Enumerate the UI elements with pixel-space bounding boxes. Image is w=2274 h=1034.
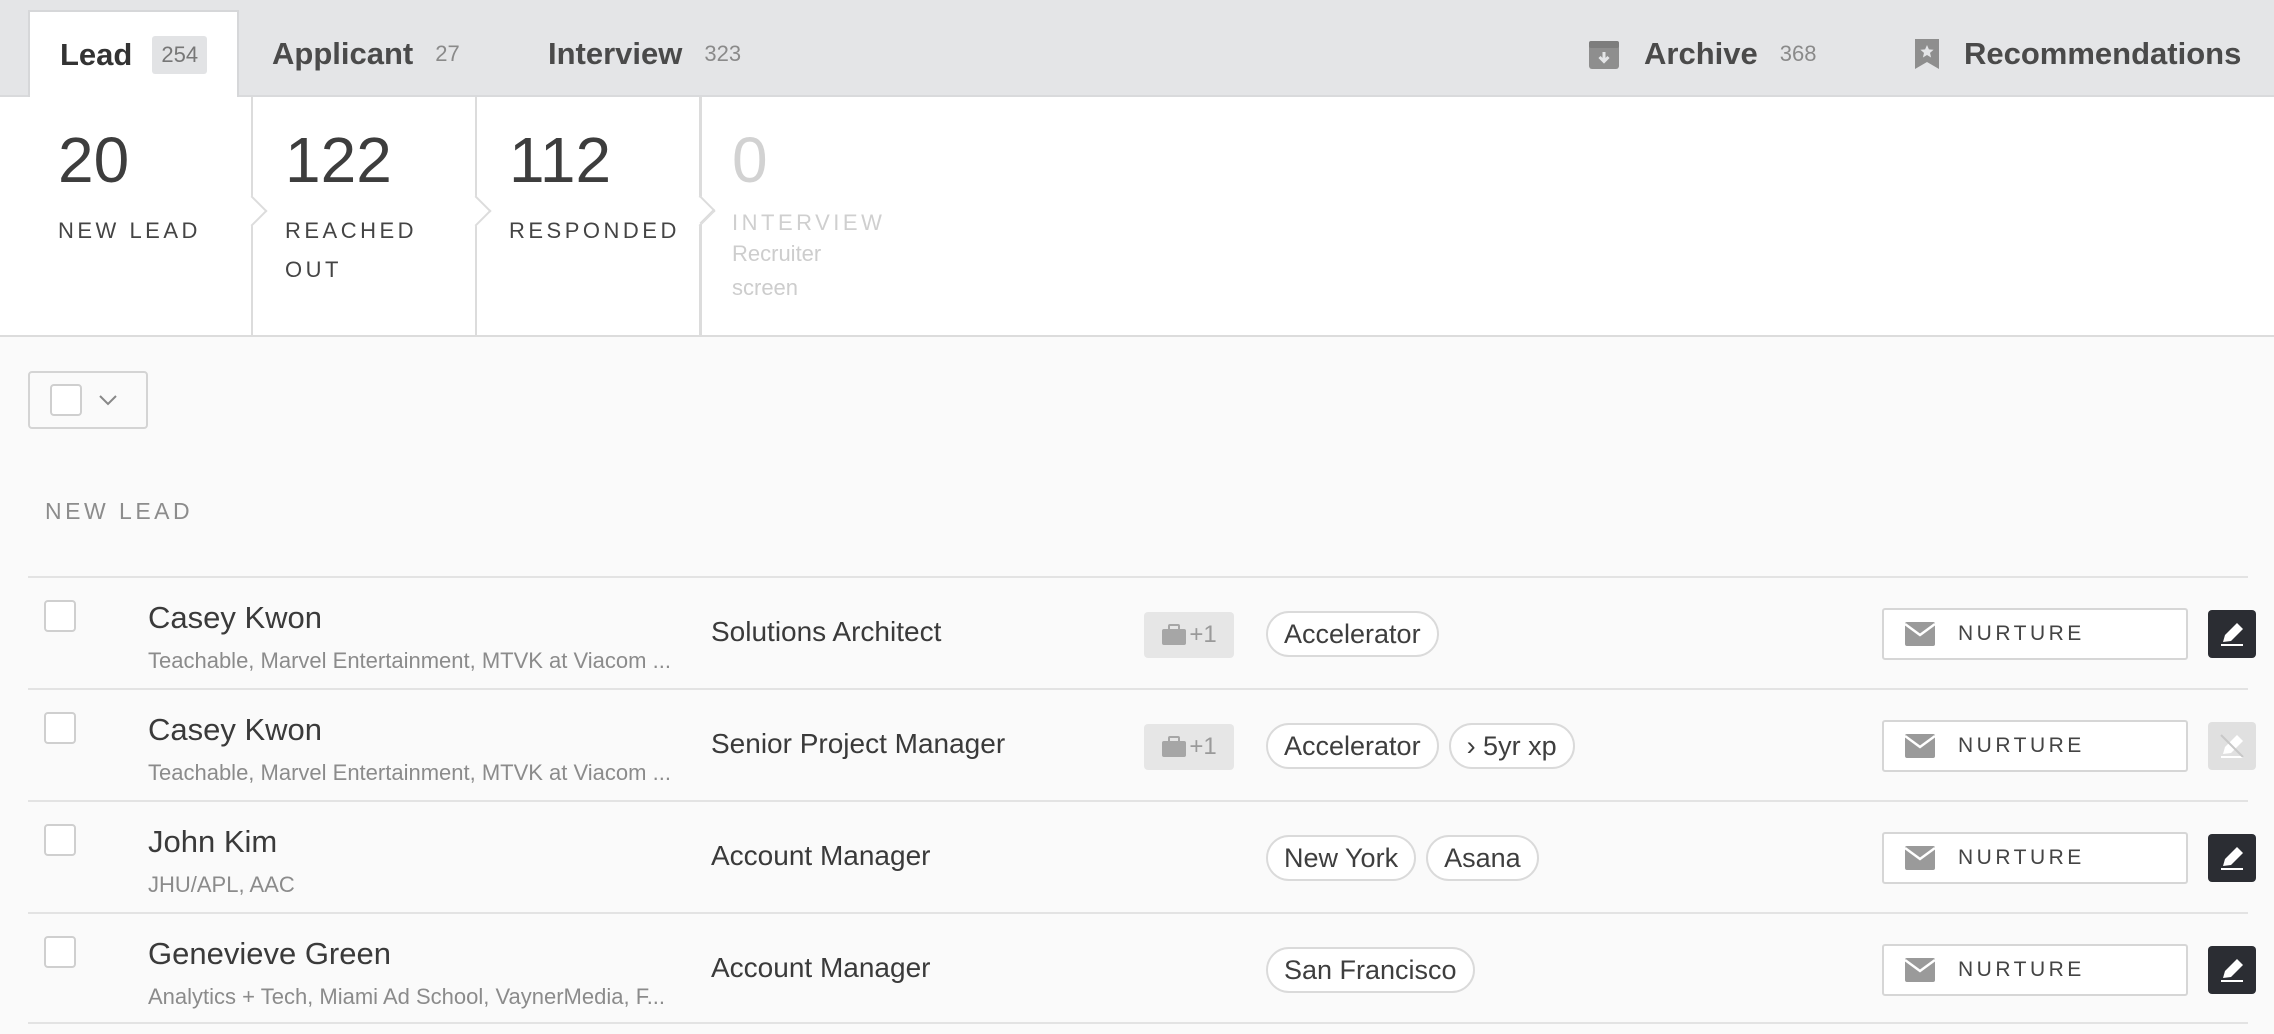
edit-button[interactable] bbox=[2208, 610, 2256, 658]
stage-interview[interactable]: 0 INTERVIEW Recruiter screen bbox=[702, 97, 962, 335]
stage-label: INTERVIEW bbox=[732, 210, 886, 236]
edit-button[interactable] bbox=[2208, 834, 2256, 882]
stage-responded[interactable]: 112 RESPONDED bbox=[477, 97, 701, 335]
envelope-icon bbox=[1904, 846, 1936, 870]
edit-button-disabled[interactable] bbox=[2208, 722, 2256, 770]
table-row[interactable]: Genevieve Green Analytics + Tech, Miami … bbox=[28, 912, 2256, 1024]
tag: New York bbox=[1266, 835, 1417, 881]
candidate-companies: Teachable, Marvel Entertainment, MTVK at… bbox=[148, 648, 671, 673]
envelope-icon bbox=[1904, 958, 1936, 982]
tag-list: Accelerator › 5yr xp bbox=[1266, 723, 1575, 769]
chevron-down-icon bbox=[98, 394, 118, 406]
briefcase-icon bbox=[1162, 624, 1187, 645]
tag-list: San Francisco bbox=[1266, 947, 1475, 993]
bulk-select-dropdown[interactable] bbox=[28, 371, 148, 429]
tab-label: Applicant bbox=[272, 35, 414, 71]
nurture-button[interactable]: NURTURE bbox=[1882, 608, 2188, 660]
tab-label: Recommendations bbox=[1964, 35, 2242, 71]
candidate-companies: Analytics + Tech, Miami Ad School, Vayne… bbox=[148, 984, 666, 1009]
edit-button[interactable] bbox=[2208, 946, 2256, 994]
section-title: NEW LEAD bbox=[45, 498, 194, 524]
tab-count: 27 bbox=[435, 40, 460, 66]
pencil-slash-icon bbox=[2220, 734, 2244, 758]
candidate-companies: JHU/APL, AAC bbox=[148, 872, 295, 897]
select-all-checkbox[interactable] bbox=[50, 384, 82, 416]
stage-reached-out[interactable]: 122 REACHED OUT bbox=[253, 97, 477, 335]
candidate-name[interactable]: Casey Kwon bbox=[148, 712, 322, 748]
stage-sublabel: Recruiter screen bbox=[732, 241, 822, 301]
candidate-title: Senior Project Manager bbox=[711, 728, 1006, 759]
tag-list: New York Asana bbox=[1266, 835, 1539, 881]
briefcase-icon bbox=[1162, 736, 1187, 757]
nurture-label: NURTURE bbox=[1958, 734, 2085, 757]
pencil-icon bbox=[2221, 623, 2243, 646]
stage-label: NEW LEAD bbox=[58, 218, 201, 244]
table-row[interactable]: John Kim JHU/APL, AAC Account Manager Ne… bbox=[28, 800, 2256, 912]
tab-count: 254 bbox=[152, 35, 208, 74]
tab-label: Interview bbox=[548, 35, 683, 71]
pencil-icon bbox=[2221, 847, 2243, 870]
tag: Accelerator bbox=[1266, 611, 1439, 657]
row-checkbox[interactable] bbox=[44, 936, 76, 968]
tab-count: 323 bbox=[704, 40, 742, 66]
candidate-name[interactable]: Casey Kwon bbox=[148, 600, 322, 636]
stage-count: 20 bbox=[58, 124, 130, 196]
candidate-companies: Teachable, Marvel Entertainment, MTVK at… bbox=[148, 760, 671, 785]
candidate-name[interactable]: John Kim bbox=[148, 824, 277, 860]
jobs-count: +1 bbox=[1189, 621, 1217, 648]
candidate-title: Account Manager bbox=[711, 840, 931, 871]
archive-box-icon bbox=[1588, 38, 1620, 70]
candidate-list: Casey Kwon Teachable, Marvel Entertainme… bbox=[28, 576, 2256, 1024]
jobs-badge[interactable]: +1 bbox=[1144, 724, 1234, 770]
tag: San Francisco bbox=[1266, 947, 1475, 993]
nurture-button[interactable]: NURTURE bbox=[1882, 720, 2188, 772]
nurture-button[interactable]: NURTURE bbox=[1882, 832, 2188, 884]
tab-archive[interactable]: Archive 368 bbox=[1588, 10, 1816, 97]
row-checkbox[interactable] bbox=[44, 600, 76, 632]
tab-count: 368 bbox=[1779, 40, 1817, 66]
tag-list: Accelerator bbox=[1266, 611, 1439, 657]
stage-count: 0 bbox=[732, 124, 768, 196]
tab-applicant[interactable]: Applicant 27 bbox=[272, 10, 460, 97]
table-row[interactable]: Casey Kwon Teachable, Marvel Entertainme… bbox=[28, 576, 2256, 688]
stage-count: 112 bbox=[509, 124, 612, 196]
candidate-title: Solutions Architect bbox=[711, 616, 942, 647]
tab-label: Lead bbox=[60, 36, 133, 72]
jobs-badge[interactable]: +1 bbox=[1144, 612, 1234, 658]
nurture-label: NURTURE bbox=[1958, 958, 2085, 981]
row-checkbox[interactable] bbox=[44, 824, 76, 856]
jobs-count: +1 bbox=[1189, 733, 1217, 760]
nurture-button[interactable]: NURTURE bbox=[1882, 944, 2188, 996]
envelope-icon bbox=[1904, 622, 1936, 646]
row-checkbox[interactable] bbox=[44, 712, 76, 744]
tab-label: Archive bbox=[1644, 35, 1758, 71]
pipeline-tab-bar: Lead 254 Applicant 27 Interview 323 Arch… bbox=[0, 0, 2274, 97]
star-bookmark-icon bbox=[1914, 38, 1940, 70]
candidate-name[interactable]: Genevieve Green bbox=[148, 936, 391, 972]
stage-label: RESPONDED bbox=[509, 218, 680, 244]
tag: › 5yr xp bbox=[1448, 723, 1575, 769]
stage-new-lead[interactable]: 20 NEW LEAD bbox=[0, 97, 253, 335]
tab-interview[interactable]: Interview 323 bbox=[548, 10, 741, 97]
nurture-label: NURTURE bbox=[1958, 622, 2085, 645]
table-row[interactable]: Casey Kwon Teachable, Marvel Entertainme… bbox=[28, 688, 2256, 800]
tag: Accelerator bbox=[1266, 723, 1439, 769]
stage-label: REACHED OUT bbox=[285, 218, 418, 283]
pencil-icon bbox=[2221, 959, 2243, 982]
candidate-title: Account Manager bbox=[711, 952, 931, 983]
tab-recommendations[interactable]: Recommendations bbox=[1914, 10, 2241, 97]
tab-lead[interactable]: Lead 254 bbox=[28, 10, 240, 97]
pipeline-stages: 20 NEW LEAD 122 REACHED OUT 112 RESPONDE… bbox=[0, 97, 2274, 337]
stage-count: 122 bbox=[285, 124, 392, 196]
tag: Asana bbox=[1426, 835, 1539, 881]
envelope-icon bbox=[1904, 734, 1936, 758]
nurture-label: NURTURE bbox=[1958, 846, 2085, 869]
